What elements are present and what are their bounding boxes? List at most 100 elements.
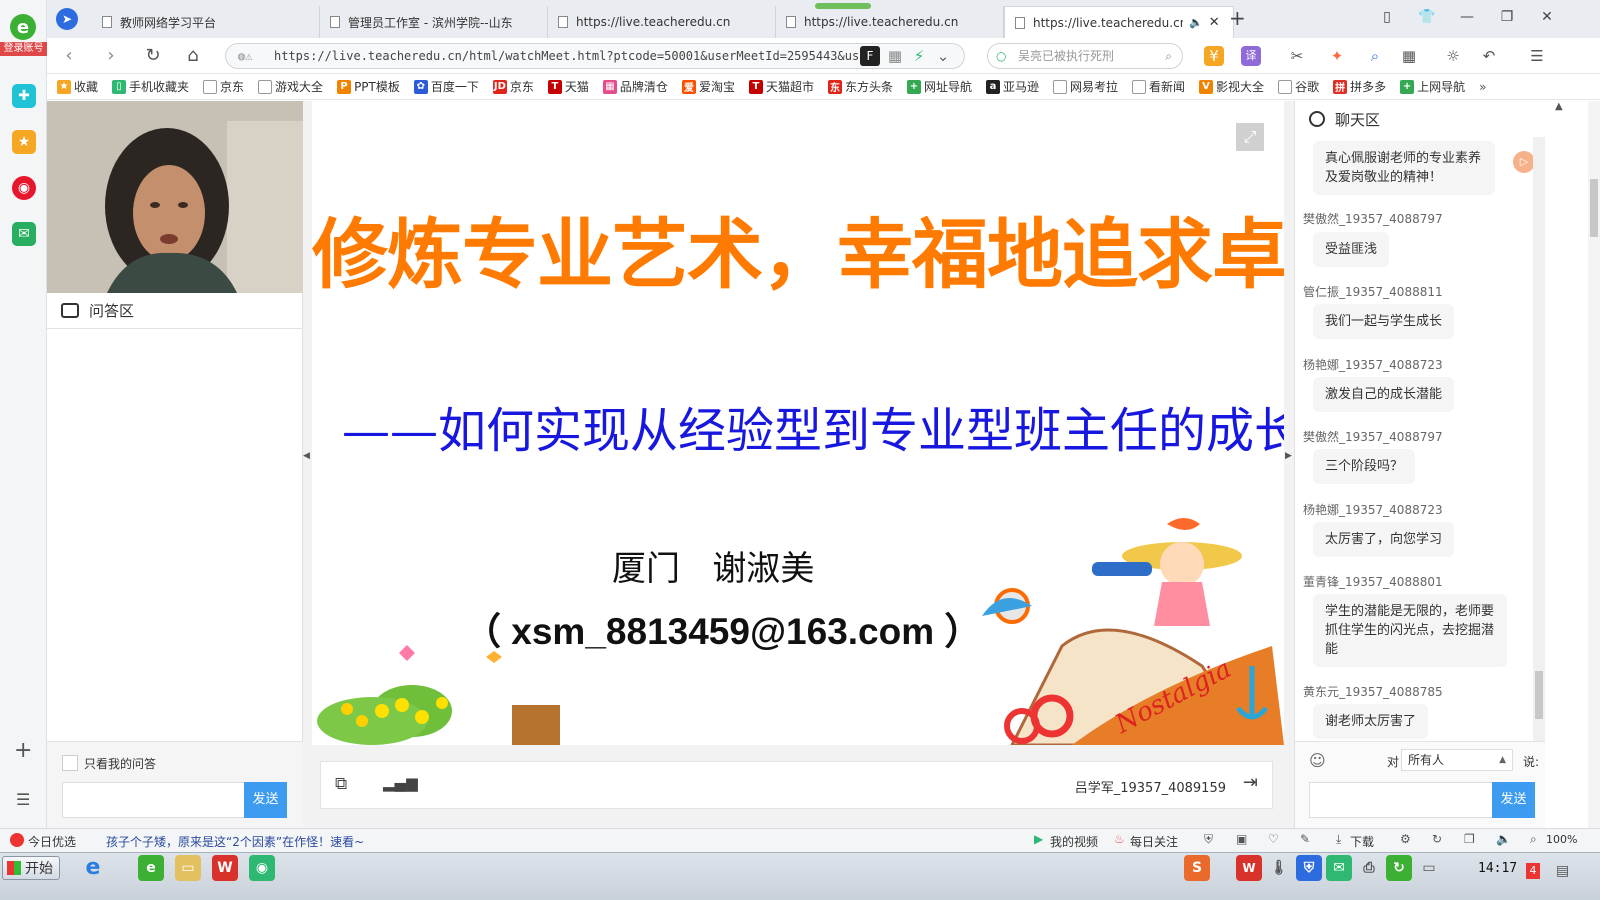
sidebar-toggle-icon[interactable]: ▯ — [1377, 9, 1397, 29]
rail-weibo-icon[interactable]: ◉ — [12, 176, 36, 200]
chat-input[interactable] — [1309, 782, 1493, 818]
qr-icon[interactable]: ▦ — [885, 46, 905, 66]
rail-app-icon[interactable]: ✚ — [12, 84, 36, 108]
bookmark-item[interactable]: 看新闻 — [1132, 78, 1185, 95]
search-icon[interactable]: ⌕ — [1165, 44, 1172, 68]
emoji-icon[interactable]: ☺ — [1309, 751, 1326, 770]
bookmark-item[interactable]: ✿ 百度一下 — [413, 78, 479, 95]
tab-5-active[interactable]: https://live.teacheredu.cn 🔈 ✕ — [1004, 6, 1234, 38]
forward-icon[interactable]: › — [99, 44, 123, 68]
back-icon[interactable]: ‹ — [57, 44, 81, 68]
money-icon[interactable]: ¥ — [1204, 46, 1224, 66]
bookmark-item[interactable]: T 天猫 — [547, 78, 589, 95]
rail-menu-icon[interactable]: ☰ — [16, 790, 30, 809]
speed-icon[interactable]: ⚡ — [909, 46, 929, 66]
theme-icon[interactable]: ☼ — [1443, 46, 1463, 66]
refresh-small-icon[interactable]: ↻ — [1432, 832, 1442, 846]
bookmark-item[interactable]: T 天猫超市 — [748, 78, 814, 95]
game-small-icon[interactable]: ⚙ — [1400, 832, 1411, 846]
teacher-video[interactable] — [47, 101, 303, 293]
signal-icon[interactable]: ▂▄▆ — [383, 774, 418, 794]
tab-1[interactable]: 教师网络学习平台 — [92, 6, 320, 38]
skin-icon[interactable]: 👕 — [1417, 9, 1437, 29]
volume-icon[interactable]: 🔈 — [1496, 832, 1511, 846]
only-mine-checkbox[interactable] — [62, 755, 78, 771]
qa-input[interactable] — [62, 782, 245, 818]
apps-grid-icon[interactable]: ▦ — [1399, 46, 1419, 66]
game-icon[interactable]: ✦ — [1327, 46, 1347, 66]
page-scrollbar[interactable] — [1588, 101, 1600, 828]
scissors-icon[interactable]: ✂ — [1287, 46, 1307, 66]
news-source[interactable]: 今日优选 — [28, 833, 76, 850]
bookmark-item[interactable]: JD 京东 — [492, 78, 534, 95]
translate-icon[interactable]: 译 — [1241, 46, 1261, 66]
bookmark-item[interactable]: 谷歌 — [1278, 78, 1319, 95]
bookmark-item[interactable]: 游戏大全 — [258, 78, 323, 95]
bookmark-item[interactable]: ★ 收藏 — [57, 78, 98, 95]
reader-icon[interactable]: F — [860, 46, 880, 66]
address-bar[interactable]: ◍⚠ https://live.teacheredu.cn/html/watch… — [225, 43, 965, 69]
dropdown-icon[interactable]: ⌄ — [933, 46, 953, 66]
chat-send-button[interactable]: 发送 — [1492, 782, 1535, 818]
reload-icon[interactable]: ↻ — [141, 44, 165, 68]
heart-icon[interactable]: ♡ — [1268, 832, 1279, 846]
bookmarks-more-icon[interactable]: » — [1479, 80, 1486, 94]
chat-tray-icon[interactable]: ✉ — [1326, 855, 1352, 881]
chat-float-icon[interactable]: ▷ — [1513, 151, 1535, 173]
bookmark-item[interactable]: 东东方头条 — [827, 78, 893, 95]
home-icon[interactable]: ⌂ — [181, 44, 205, 68]
restore-icon[interactable]: ❐ — [1497, 9, 1517, 29]
sogou-tray-icon[interactable]: S — [1184, 855, 1210, 881]
logout-icon[interactable]: ⇥ — [1243, 772, 1258, 793]
browser-logo-icon[interactable]: e — [10, 14, 36, 40]
show-desktop-icon[interactable]: ▤ — [1556, 863, 1569, 879]
wps-tray-icon[interactable]: W — [1236, 855, 1262, 881]
minimize-icon[interactable]: — — [1457, 9, 1477, 29]
bookmark-item[interactable]: ▦ 品牌清仓 — [602, 78, 668, 95]
wps-task-icon[interactable]: W — [212, 855, 238, 881]
new-tab-button[interactable]: + — [1229, 6, 1246, 30]
tab-3[interactable]: https://live.teacheredu.cn — [548, 6, 776, 38]
update-tray-icon[interactable]: ↻ — [1386, 855, 1412, 881]
thermometer-tray-icon[interactable]: 🌡 — [1266, 855, 1292, 881]
shield-tray-icon[interactable]: ⛨ — [1296, 855, 1322, 881]
audio-icon[interactable]: 🔈 — [1189, 16, 1203, 29]
browser-task-icon[interactable]: e — [138, 855, 164, 881]
tab-4[interactable]: https://live.teacheredu.cn — [776, 6, 1004, 38]
recipient-select[interactable]: 所有人 ▲ — [1401, 749, 1513, 771]
undo-icon[interactable]: ↶ — [1479, 46, 1499, 66]
location-icon[interactable]: ➤ — [56, 8, 78, 30]
network-tray-icon[interactable]: ▭ — [1416, 855, 1442, 881]
page-scrollbar-thumb[interactable] — [1590, 179, 1598, 237]
collapse-right-icon[interactable]: ▶ — [1285, 451, 1294, 461]
qa-send-button[interactable]: 发送 — [244, 782, 287, 818]
close-window-icon[interactable]: ✕ — [1537, 9, 1557, 29]
bookmark-item[interactable]: ▯ 手机收藏夹 — [112, 78, 189, 95]
bookmark-item[interactable]: V 影视大全 — [1199, 78, 1264, 95]
tab-2[interactable]: 管理员工作室 - 滨州学院--山东 — [320, 6, 548, 38]
close-tab-icon[interactable]: ✕ — [1209, 15, 1220, 30]
bookmark-item[interactable]: + 网址导航 — [906, 78, 972, 95]
bookmark-item[interactable]: P PPT模板 — [337, 78, 400, 95]
bookmark-item[interactable]: 京东 — [203, 78, 244, 95]
window-small-icon[interactable]: ❐ — [1464, 832, 1475, 846]
download-link[interactable]: 下载 — [1350, 833, 1374, 850]
chat-scroll-up-icon[interactable]: ▲ — [1555, 101, 1563, 112]
image-icon[interactable]: ▣ — [1236, 832, 1247, 846]
menu-icon[interactable]: ☰ — [1527, 46, 1547, 66]
find-icon[interactable]: ⌕ — [1365, 46, 1385, 66]
news-headline[interactable]: 孩子个子矮，原来是这“2个因素”在作怪！速看~ — [106, 833, 364, 850]
printer-tray-icon[interactable]: ⎙ — [1356, 855, 1382, 881]
notification-badge[interactable]: 4 — [1526, 863, 1540, 879]
folder-task-icon[interactable]: ▭ — [175, 855, 201, 881]
chat-scrollbar-thumb[interactable] — [1535, 671, 1543, 719]
copy-icon[interactable]: ⧉ — [335, 774, 355, 794]
pen-icon[interactable]: ✎ — [1300, 832, 1310, 846]
ie-icon[interactable]: e — [80, 854, 106, 880]
rail-mail-icon[interactable]: ✉ — [12, 222, 36, 246]
search-input[interactable]: ○ 吴亮已被执行死刑 ⌕ — [987, 43, 1183, 69]
shield-icon[interactable]: ⛨ — [1204, 832, 1213, 847]
my-video-link[interactable]: 我的视频 — [1050, 833, 1098, 850]
bookmark-item[interactable]: 拼拼多多 — [1333, 78, 1386, 95]
chat-scrollbar[interactable] — [1533, 137, 1545, 741]
